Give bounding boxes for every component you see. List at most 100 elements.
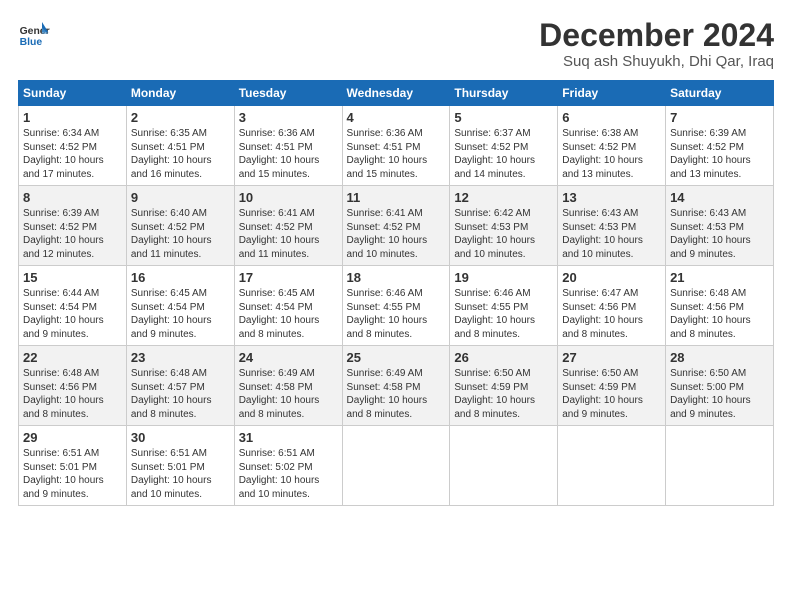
day-number: 18	[347, 270, 446, 285]
day-info: Sunrise: 6:51 AMSunset: 5:01 PMDaylight:…	[131, 448, 212, 500]
day-info: Sunrise: 6:48 AMSunset: 4:56 PMDaylight:…	[670, 288, 751, 340]
day-info: Sunrise: 6:45 AMSunset: 4:54 PMDaylight:…	[131, 288, 212, 340]
day-info: Sunrise: 6:50 AMSunset: 4:59 PMDaylight:…	[562, 368, 643, 420]
day-number: 17	[239, 270, 338, 285]
day-info: Sunrise: 6:49 AMSunset: 4:58 PMDaylight:…	[239, 368, 320, 420]
day-number: 7	[670, 110, 769, 125]
logo: General Blue	[18, 18, 50, 50]
col-friday: Friday	[558, 81, 666, 106]
day-number: 19	[454, 270, 553, 285]
day-number: 1	[23, 110, 122, 125]
col-sunday: Sunday	[19, 81, 127, 106]
day-info: Sunrise: 6:43 AMSunset: 4:53 PMDaylight:…	[670, 208, 751, 260]
table-row: 25Sunrise: 6:49 AMSunset: 4:58 PMDayligh…	[342, 346, 450, 426]
page: General Blue December 2024 Suq ash Shuyu…	[0, 0, 792, 516]
day-number: 8	[23, 190, 122, 205]
day-info: Sunrise: 6:35 AMSunset: 4:51 PMDaylight:…	[131, 128, 212, 180]
table-row: 26Sunrise: 6:50 AMSunset: 4:59 PMDayligh…	[450, 346, 558, 426]
day-info: Sunrise: 6:48 AMSunset: 4:57 PMDaylight:…	[131, 368, 212, 420]
day-info: Sunrise: 6:38 AMSunset: 4:52 PMDaylight:…	[562, 128, 643, 180]
title-area: December 2024 Suq ash Shuyukh, Dhi Qar, …	[539, 18, 774, 70]
table-row: 17 Sunrise: 6:45 AMSunset: 4:54 PMDayligh…	[234, 266, 342, 346]
table-row: 15 Sunrise: 6:44 AMSunset: 4:54 PMDayligh…	[19, 266, 127, 346]
calendar-table: Sunday Monday Tuesday Wednesday Thursday…	[18, 80, 774, 506]
day-number: 2	[131, 110, 230, 125]
day-info: Sunrise: 6:40 AMSunset: 4:52 PMDaylight:…	[131, 208, 212, 260]
day-number: 9	[131, 190, 230, 205]
table-row: 23 Sunrise: 6:48 AMSunset: 4:57 PMDayligh…	[126, 346, 234, 426]
day-number: 15	[23, 270, 122, 285]
day-number: 25	[347, 350, 446, 365]
table-row: 3 Sunrise: 6:36 AMSunset: 4:51 PMDaylight…	[234, 106, 342, 186]
location-title: Suq ash Shuyukh, Dhi Qar, Iraq	[539, 53, 774, 70]
day-number: 16	[131, 270, 230, 285]
table-row: 31 Sunrise: 6:51 AMSunset: 5:02 PMDayligh…	[234, 426, 342, 506]
day-info: Sunrise: 6:51 AMSunset: 5:02 PMDaylight:…	[239, 448, 320, 500]
col-thursday: Thursday	[450, 81, 558, 106]
day-number: 24	[239, 350, 338, 365]
table-row: 29 Sunrise: 6:51 AMSunset: 5:01 PMDayligh…	[19, 426, 127, 506]
calendar-week-5: 29 Sunrise: 6:51 AMSunset: 5:01 PMDayligh…	[19, 426, 774, 506]
day-info: Sunrise: 6:45 AMSunset: 4:54 PMDaylight:…	[239, 288, 320, 340]
day-number: 14	[670, 190, 769, 205]
day-info: Sunrise: 6:39 AMSunset: 4:52 PMDaylight:…	[23, 208, 104, 260]
table-row: 22 Sunrise: 6:48 AMSunset: 4:56 PMDayligh…	[19, 346, 127, 426]
col-wednesday: Wednesday	[342, 81, 450, 106]
calendar-week-2: 8 Sunrise: 6:39 AMSunset: 4:52 PMDaylight…	[19, 186, 774, 266]
calendar-week-1: 1 Sunrise: 6:34 AMSunset: 4:52 PMDaylight…	[19, 106, 774, 186]
day-number: 4	[347, 110, 446, 125]
table-row: 19 Sunrise: 6:46 AMSunset: 4:55 PMDayligh…	[450, 266, 558, 346]
month-title: December 2024	[539, 18, 774, 53]
table-row: 6Sunrise: 6:38 AMSunset: 4:52 PMDaylight…	[558, 106, 666, 186]
table-row	[558, 426, 666, 506]
table-row: 4 Sunrise: 6:36 AMSunset: 4:51 PMDaylight…	[342, 106, 450, 186]
table-row: 27Sunrise: 6:50 AMSunset: 4:59 PMDayligh…	[558, 346, 666, 426]
day-number: 28	[670, 350, 769, 365]
day-info: Sunrise: 6:41 AMSunset: 4:52 PMDaylight:…	[347, 208, 428, 260]
day-number: 20	[562, 270, 661, 285]
table-row: 16 Sunrise: 6:45 AMSunset: 4:54 PMDayligh…	[126, 266, 234, 346]
table-row: 30Sunrise: 6:51 AMSunset: 5:01 PMDayligh…	[126, 426, 234, 506]
day-number: 31	[239, 430, 338, 445]
day-info: Sunrise: 6:36 AMSunset: 4:51 PMDaylight:…	[239, 128, 320, 180]
day-info: Sunrise: 6:46 AMSunset: 4:55 PMDaylight:…	[454, 288, 535, 340]
header-row: Sunday Monday Tuesday Wednesday Thursday…	[19, 81, 774, 106]
day-number: 5	[454, 110, 553, 125]
day-number: 22	[23, 350, 122, 365]
calendar-week-3: 15 Sunrise: 6:44 AMSunset: 4:54 PMDayligh…	[19, 266, 774, 346]
svg-text:Blue: Blue	[20, 37, 43, 48]
day-number: 3	[239, 110, 338, 125]
table-row: 5 Sunrise: 6:37 AMSunset: 4:52 PMDaylight…	[450, 106, 558, 186]
day-info: Sunrise: 6:41 AMSunset: 4:52 PMDaylight:…	[239, 208, 320, 260]
day-info: Sunrise: 6:34 AMSunset: 4:52 PMDaylight:…	[23, 128, 104, 180]
table-row: 1 Sunrise: 6:34 AMSunset: 4:52 PMDaylight…	[19, 106, 127, 186]
day-number: 23	[131, 350, 230, 365]
table-row	[342, 426, 450, 506]
day-number: 21	[670, 270, 769, 285]
table-row	[450, 426, 558, 506]
day-number: 26	[454, 350, 553, 365]
header: General Blue December 2024 Suq ash Shuyu…	[18, 18, 774, 70]
day-info: Sunrise: 6:37 AMSunset: 4:52 PMDaylight:…	[454, 128, 535, 180]
day-number: 13	[562, 190, 661, 205]
day-info: Sunrise: 6:44 AMSunset: 4:54 PMDaylight:…	[23, 288, 104, 340]
day-info: Sunrise: 6:36 AMSunset: 4:51 PMDaylight:…	[347, 128, 428, 180]
day-number: 29	[23, 430, 122, 445]
day-info: Sunrise: 6:39 AMSunset: 4:52 PMDaylight:…	[670, 128, 751, 180]
table-row: 8 Sunrise: 6:39 AMSunset: 4:52 PMDaylight…	[19, 186, 127, 266]
table-row	[666, 426, 774, 506]
table-row: 2 Sunrise: 6:35 AMSunset: 4:51 PMDaylight…	[126, 106, 234, 186]
day-info: Sunrise: 6:51 AMSunset: 5:01 PMDaylight:…	[23, 448, 104, 500]
table-row: 28Sunrise: 6:50 AMSunset: 5:00 PMDayligh…	[666, 346, 774, 426]
day-number: 12	[454, 190, 553, 205]
day-info: Sunrise: 6:48 AMSunset: 4:56 PMDaylight:…	[23, 368, 104, 420]
day-info: Sunrise: 6:42 AMSunset: 4:53 PMDaylight:…	[454, 208, 535, 260]
calendar-week-4: 22 Sunrise: 6:48 AMSunset: 4:56 PMDayligh…	[19, 346, 774, 426]
col-saturday: Saturday	[666, 81, 774, 106]
day-info: Sunrise: 6:47 AMSunset: 4:56 PMDaylight:…	[562, 288, 643, 340]
col-monday: Monday	[126, 81, 234, 106]
table-row: 24 Sunrise: 6:49 AMSunset: 4:58 PMDayligh…	[234, 346, 342, 426]
table-row: 10Sunrise: 6:41 AMSunset: 4:52 PMDayligh…	[234, 186, 342, 266]
table-row: 13Sunrise: 6:43 AMSunset: 4:53 PMDayligh…	[558, 186, 666, 266]
day-number: 11	[347, 190, 446, 205]
